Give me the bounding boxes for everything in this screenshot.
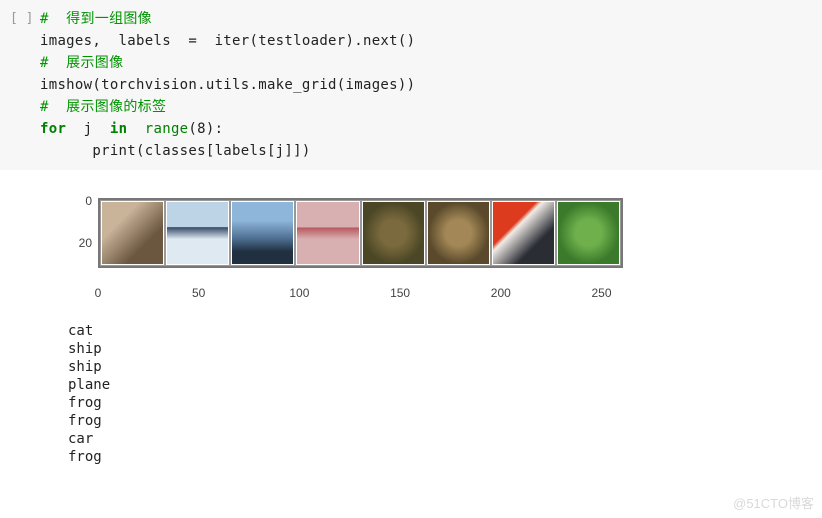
cell-gutter: [ ] xyxy=(0,8,40,162)
image-strip xyxy=(98,198,623,268)
thumb xyxy=(557,201,620,265)
thumb xyxy=(362,201,425,265)
code-line: for j in range(8): xyxy=(40,121,223,137)
code-cell: [ ] # 得到一组图像 images, labels = iter(testl… xyxy=(0,0,822,170)
x-tick: 0 xyxy=(95,286,102,300)
code-line: # 展示图像 xyxy=(40,55,123,71)
thumb xyxy=(101,201,164,265)
x-tick: 100 xyxy=(289,286,309,300)
thumb xyxy=(427,201,490,265)
out-line: plane xyxy=(68,377,110,393)
out-line: car xyxy=(68,431,93,447)
code-line: print(classes[labels[j]]) xyxy=(40,143,311,159)
stdout: cat ship ship plane frog frog car frog xyxy=(68,318,822,466)
code-line: images, labels = iter(testloader).next() xyxy=(40,33,415,49)
x-tick: 200 xyxy=(491,286,511,300)
code-line: # 展示图像的标签 xyxy=(40,99,166,115)
code-line: imshow(torchvision.utils.make_grid(image… xyxy=(40,77,415,93)
x-tick: 250 xyxy=(591,286,611,300)
output-area: 0 20 0 50 100 150 200 250 cat ship ship … xyxy=(0,170,822,466)
thumb xyxy=(296,201,359,265)
x-tick: 50 xyxy=(192,286,205,300)
out-line: frog xyxy=(68,449,102,465)
out-line: frog xyxy=(68,395,102,411)
x-tick: 150 xyxy=(390,286,410,300)
out-line: cat xyxy=(68,323,93,339)
thumb xyxy=(166,201,229,265)
image-grid-plot: 0 20 0 50 100 150 200 250 xyxy=(68,192,628,302)
out-line: ship xyxy=(68,359,102,375)
thumb xyxy=(492,201,555,265)
thumb xyxy=(231,201,294,265)
x-axis: 0 50 100 150 200 250 xyxy=(98,286,628,302)
code-line: # 得到一组图像 xyxy=(40,11,152,27)
out-line: ship xyxy=(68,341,102,357)
y-tick: 20 xyxy=(70,236,92,250)
out-line: frog xyxy=(68,413,102,429)
watermark: @51CTO博客 xyxy=(733,493,814,512)
code-body: # 得到一组图像 images, labels = iter(testloade… xyxy=(40,8,822,162)
y-tick: 0 xyxy=(70,194,92,208)
